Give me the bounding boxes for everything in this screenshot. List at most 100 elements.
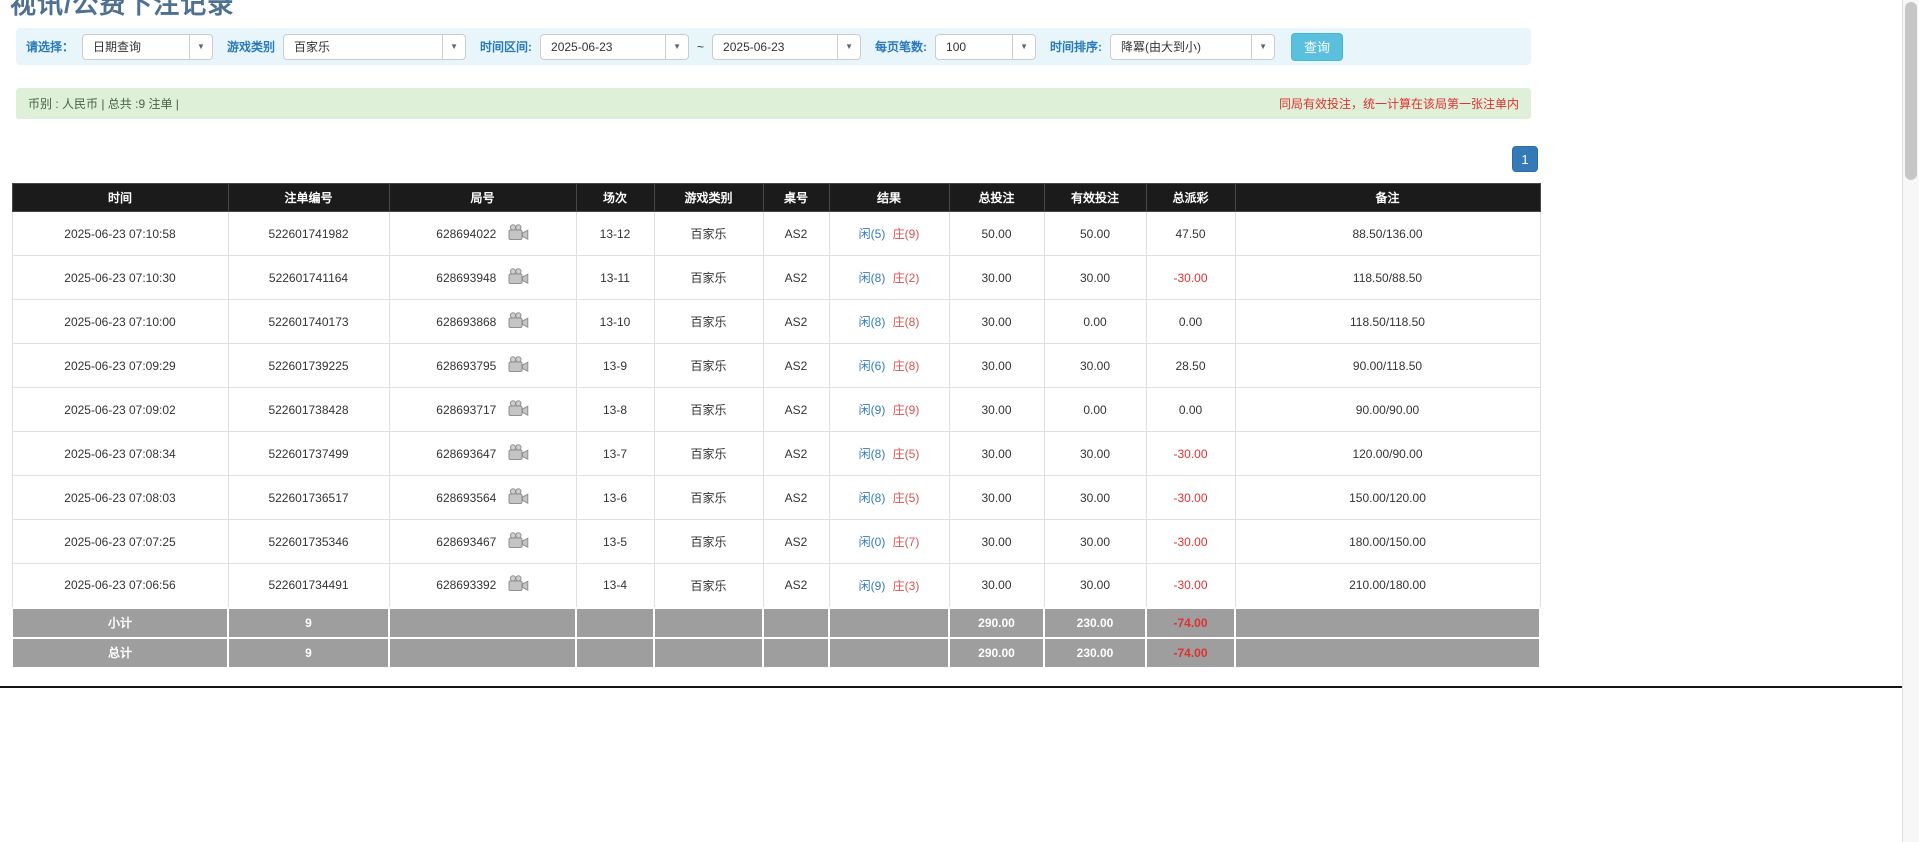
cell-result: 闲(6) 庄(8) [829, 344, 949, 388]
scrollbar-thumb[interactable] [1905, 2, 1917, 180]
cell-game-type: 百家乐 [654, 300, 763, 344]
chevron-down-icon[interactable]: ▼ [837, 34, 861, 60]
round-number: 628694022 [436, 227, 496, 241]
result-player: 闲(8) [859, 447, 886, 461]
cell-total-bet[interactable]: 30.00 [949, 256, 1044, 300]
cell-total-bet[interactable]: 30.00 [949, 476, 1044, 520]
video-replay-icon[interactable] [508, 575, 529, 595]
cell-total-bet[interactable]: 30.00 [949, 344, 1044, 388]
cell-valid-bet: 30.00 [1044, 344, 1146, 388]
subtotal-total-bet: 290.00 [949, 608, 1044, 638]
cell-total-bet[interactable]: 50.00 [949, 212, 1044, 256]
cell-total-bet[interactable]: 30.00 [949, 564, 1044, 608]
col-header-game-type: 游戏类别 [654, 184, 763, 212]
cell-result: 闲(8) 庄(5) [829, 432, 949, 476]
video-replay-icon[interactable] [508, 224, 529, 244]
date-to-value[interactable]: 2025-06-23 [712, 34, 838, 60]
cell-session: 13-10 [576, 300, 654, 344]
page-title: 视讯/公费下注记录 [10, 0, 234, 21]
cell-valid-bet: 30.00 [1044, 256, 1146, 300]
cell-session: 13-12 [576, 212, 654, 256]
col-header-session: 场次 [576, 184, 654, 212]
cell-table-no: AS2 [763, 520, 829, 564]
cell-session: 13-8 [576, 388, 654, 432]
subtotal-valid-bet: 230.00 [1044, 608, 1146, 638]
round-number: 628693647 [436, 447, 496, 461]
cell-time: 2025-06-23 07:09:29 [12, 344, 228, 388]
chevron-down-icon[interactable]: ▼ [665, 34, 689, 60]
result-banker: 庄(9) [893, 403, 920, 417]
cell-payout: 0.00 [1146, 388, 1235, 432]
chevron-down-icon[interactable]: ▼ [1012, 34, 1036, 60]
cell-valid-bet: 0.00 [1044, 388, 1146, 432]
table-row: 2025-06-23 07:07:25 522601735346 6286934… [12, 520, 1540, 564]
chevron-down-icon[interactable]: ▼ [442, 34, 466, 60]
cell-round: 628693948 [389, 256, 576, 300]
sort-label: 时间排序: [1050, 38, 1102, 55]
chevron-down-icon[interactable]: ▼ [189, 34, 213, 60]
col-header-payout: 总派彩 [1146, 184, 1235, 212]
pagination-page-1[interactable]: 1 [1512, 146, 1538, 172]
cell-session: 13-11 [576, 256, 654, 300]
cell-game-type: 百家乐 [654, 520, 763, 564]
table-row: 2025-06-23 07:10:58 522601741982 6286940… [12, 212, 1540, 256]
sort-select[interactable]: 降冪(由大到小) ▼ [1110, 34, 1275, 60]
video-replay-icon[interactable] [508, 532, 529, 552]
date-from-select[interactable]: 2025-06-23 ▼ [540, 34, 689, 60]
col-header-table-no: 桌号 [763, 184, 829, 212]
range-separator: ~ [697, 40, 704, 54]
cell-game-type: 百家乐 [654, 344, 763, 388]
cell-remark: 90.00/90.00 [1235, 388, 1540, 432]
cell-round: 628693868 [389, 300, 576, 344]
round-number: 628693564 [436, 491, 496, 505]
chevron-down-icon[interactable]: ▼ [1251, 34, 1275, 60]
game-type-select[interactable]: 百家乐 ▼ [283, 34, 466, 60]
video-replay-icon[interactable] [508, 268, 529, 288]
query-button[interactable]: 查询 [1291, 33, 1343, 61]
cell-total-bet[interactable]: 30.00 [949, 432, 1044, 476]
cell-remark: 90.00/118.50 [1235, 344, 1540, 388]
cell-table-no: AS2 [763, 388, 829, 432]
cell-total-bet[interactable]: 30.00 [949, 300, 1044, 344]
video-replay-icon[interactable] [508, 444, 529, 464]
video-replay-icon[interactable] [508, 488, 529, 508]
cell-payout: -30.00 [1146, 432, 1235, 476]
query-type-value[interactable]: 日期查询 [82, 34, 190, 60]
video-replay-icon[interactable] [508, 356, 529, 376]
video-replay-icon[interactable] [508, 312, 529, 332]
grand-total-label: 总计 [12, 638, 228, 668]
time-range-label: 时间区间: [480, 38, 532, 55]
cell-bet-id: 522601738428 [228, 388, 389, 432]
cell-valid-bet: 0.00 [1044, 300, 1146, 344]
vertical-scrollbar[interactable] [1902, 0, 1919, 842]
cell-result: 闲(5) 庄(9) [829, 212, 949, 256]
cell-game-type: 百家乐 [654, 432, 763, 476]
page-size-select[interactable]: 100 ▼ [935, 34, 1036, 60]
cell-bet-id: 522601740173 [228, 300, 389, 344]
table-row: 2025-06-23 07:10:30 522601741164 6286939… [12, 256, 1540, 300]
filter-bar: 请选择： 日期查询 ▼ 游戏类别 百家乐 ▼ 时间区间: 2025-06-23 … [16, 28, 1531, 65]
table-row: 2025-06-23 07:09:02 522601738428 6286937… [12, 388, 1540, 432]
col-header-valid-bet: 有效投注 [1044, 184, 1146, 212]
game-type-value[interactable]: 百家乐 [283, 34, 443, 60]
summary-currency-count: 币别 : 人民币 | 总共 :9 注单 | [28, 95, 179, 112]
date-to-select[interactable]: 2025-06-23 ▼ [712, 34, 861, 60]
sort-value[interactable]: 降冪(由大到小) [1110, 34, 1252, 60]
cell-bet-id: 522601741982 [228, 212, 389, 256]
date-from-value[interactable]: 2025-06-23 [540, 34, 666, 60]
cell-total-bet[interactable]: 30.00 [949, 520, 1044, 564]
cell-round: 628693564 [389, 476, 576, 520]
records-page: 视讯/公费下注记录 请选择： 日期查询 ▼ 游戏类别 百家乐 ▼ 时间区间: 2… [0, 0, 1902, 842]
result-player: 闲(8) [859, 315, 886, 329]
video-replay-icon[interactable] [508, 400, 529, 420]
col-header-result: 结果 [829, 184, 949, 212]
result-player: 闲(9) [859, 579, 886, 593]
cell-remark: 150.00/120.00 [1235, 476, 1540, 520]
page-size-value[interactable]: 100 [935, 34, 1013, 60]
cell-remark: 118.50/88.50 [1235, 256, 1540, 300]
cell-table-no: AS2 [763, 344, 829, 388]
cell-total-bet[interactable]: 30.00 [949, 388, 1044, 432]
result-banker: 庄(8) [893, 359, 920, 373]
query-type-select[interactable]: 日期查询 ▼ [82, 34, 213, 60]
cell-result: 闲(0) 庄(7) [829, 520, 949, 564]
